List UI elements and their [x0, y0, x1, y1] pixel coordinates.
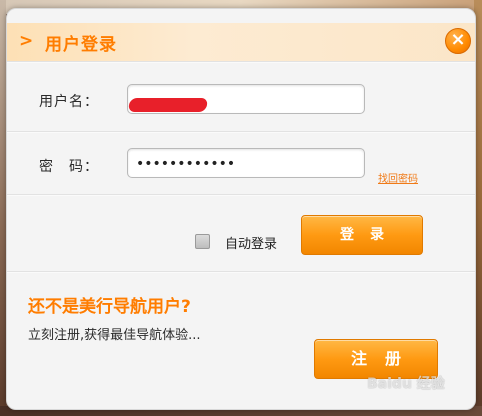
divider — [7, 131, 475, 133]
promo-subtitle: 立刻注册,获得最佳导航体验... — [28, 328, 201, 343]
watermark: Baidu 经验 — [367, 376, 445, 392]
password-field[interactable]: •••••••••••• — [127, 148, 365, 178]
close-icon: × — [450, 29, 466, 50]
chevron-right-icon: > — [19, 31, 34, 51]
close-button[interactable]: × — [445, 28, 471, 54]
auto-login-label: 自动登录 — [225, 237, 278, 252]
login-dialog: > 用户登录 × 用户名： 密 码： •••••••••••• 找回密码 自动登… — [6, 8, 476, 410]
auto-login-checkbox[interactable] — [195, 234, 210, 249]
forgot-password-link[interactable]: 找回密码 — [378, 170, 418, 185]
login-button[interactable]: 登录 — [301, 215, 423, 255]
username-label: 用户名： — [39, 94, 99, 110]
dialog-header: > 用户登录 — [7, 23, 475, 61]
redacted-username — [127, 98, 209, 112]
password-label: 密 码： — [39, 159, 99, 175]
divider — [7, 194, 475, 196]
dialog-title: 用户登录 — [45, 35, 117, 55]
promo-title: 还不是美行导航用户? — [28, 297, 191, 317]
divider — [7, 61, 475, 63]
divider — [7, 271, 475, 273]
